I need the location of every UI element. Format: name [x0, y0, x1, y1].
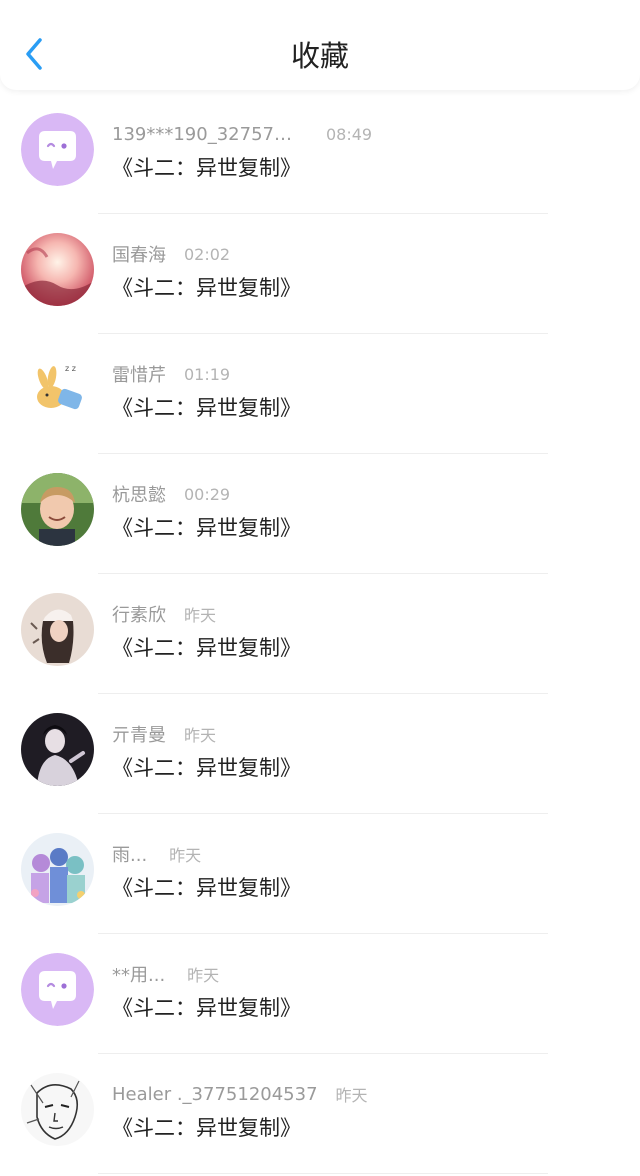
list-item[interactable]: 雨... 昨天 《斗二：异世复制》 — [0, 814, 640, 934]
item-meta: 雨... 昨天 — [112, 842, 201, 866]
favorite-title: 《斗二：异世复制》 — [112, 516, 301, 540]
avatar[interactable] — [21, 1073, 94, 1146]
timestamp: 02:02 — [184, 244, 231, 264]
divider — [98, 1173, 548, 1174]
list-item[interactable]: 139***190_3275785... 08:49 《斗二：异世复制》 — [0, 94, 640, 214]
favorite-title: 《斗二：异世复制》 — [112, 276, 301, 300]
item-meta: 139***190_3275785... 08:49 — [112, 122, 372, 146]
favorite-title: 《斗二：异世复制》 — [112, 756, 301, 780]
avatar[interactable] — [21, 593, 94, 666]
avatar[interactable] — [21, 833, 94, 906]
user-name: 杭思懿 — [112, 485, 166, 506]
sketch-avatar-icon — [21, 1073, 94, 1146]
scenery-avatar-icon — [21, 233, 94, 306]
anime-group-avatar-icon — [21, 833, 94, 906]
header-bar: 收藏 — [0, 0, 640, 90]
avatar[interactable] — [21, 953, 94, 1026]
timestamp: 昨天 — [187, 966, 220, 985]
user-name: 国春海 — [112, 245, 166, 266]
user-name: 雷惜芹 — [112, 365, 166, 386]
timestamp: 00:29 — [184, 484, 231, 504]
list-item[interactable]: 行素欣 昨天 《斗二：异世复制》 — [0, 574, 640, 694]
dark-portrait-avatar-icon — [21, 713, 94, 786]
timestamp: 08:49 — [326, 124, 373, 144]
item-meta: 杭思懿 00:29 — [112, 482, 231, 507]
user-name: 行素欣 — [112, 605, 166, 626]
favorite-title: 《斗二：异世复制》 — [112, 636, 301, 660]
avatar[interactable] — [21, 233, 94, 306]
item-meta: 国春海 02:02 — [112, 242, 231, 267]
timestamp: 昨天 — [184, 726, 217, 745]
list-item[interactable]: 国春海 02:02 《斗二：异世复制》 — [0, 214, 640, 334]
timestamp: 01:19 — [184, 364, 231, 384]
item-meta: 雷惜芹 01:19 — [112, 362, 231, 387]
list-item[interactable]: 亓青曼 昨天 《斗二：异世复制》 — [0, 694, 640, 814]
user-name: 雨... — [112, 845, 148, 866]
favorites-screen: 收藏 139***190_3275785... 08:49 《斗二：异世复制》 — [0, 0, 640, 1176]
avatar[interactable]: z z — [21, 353, 94, 426]
list-item[interactable]: 杭思懿 00:29 《斗二：异世复制》 — [0, 454, 640, 574]
timestamp: 昨天 — [184, 606, 217, 625]
avatar[interactable] — [21, 113, 94, 186]
avatar[interactable] — [21, 713, 94, 786]
girl-cap-avatar-icon — [21, 593, 94, 666]
item-meta: Healer ._37751204537 昨天 — [112, 1082, 368, 1106]
timestamp: 昨天 — [335, 1086, 368, 1105]
user-name: Healer ._37751204537 — [112, 1083, 318, 1105]
user-name: **用... — [112, 965, 166, 986]
timestamp: 昨天 — [169, 846, 202, 865]
favorite-title: 《斗二：异世复制》 — [112, 156, 301, 180]
svg-text:z z: z z — [65, 364, 76, 373]
favorite-title: 《斗二：异世复制》 — [112, 1116, 301, 1140]
user-name: 亓青曼 — [112, 725, 166, 746]
favorite-title: 《斗二：异世复制》 — [112, 996, 301, 1020]
list-item[interactable]: z z 雷惜芹 01:19 《斗二：异世复制》 — [0, 334, 640, 454]
list-item[interactable]: **用... 昨天 《斗二：异世复制》 — [0, 934, 640, 1054]
child-photo-avatar-icon — [21, 473, 94, 546]
item-meta: **用... 昨天 — [112, 962, 219, 986]
favorites-list: 139***190_3275785... 08:49 《斗二：异世复制》 国春海… — [0, 94, 640, 1174]
item-meta: 亓青曼 昨天 — [112, 722, 216, 746]
bunny-avatar-icon: z z — [21, 353, 94, 426]
list-item[interactable]: Healer ._37751204537 昨天 《斗二：异世复制》 — [0, 1054, 640, 1174]
favorite-title: 《斗二：异世复制》 — [112, 396, 301, 420]
item-meta: 行素欣 昨天 — [112, 602, 216, 626]
page-title: 收藏 — [290, 39, 349, 73]
user-name: 139***190_3275785... — [112, 123, 302, 145]
avatar[interactable] — [21, 473, 94, 546]
default-chat-avatar-icon — [21, 113, 94, 186]
default-chat-avatar-icon — [21, 953, 94, 1026]
favorite-title: 《斗二：异世复制》 — [112, 876, 301, 900]
